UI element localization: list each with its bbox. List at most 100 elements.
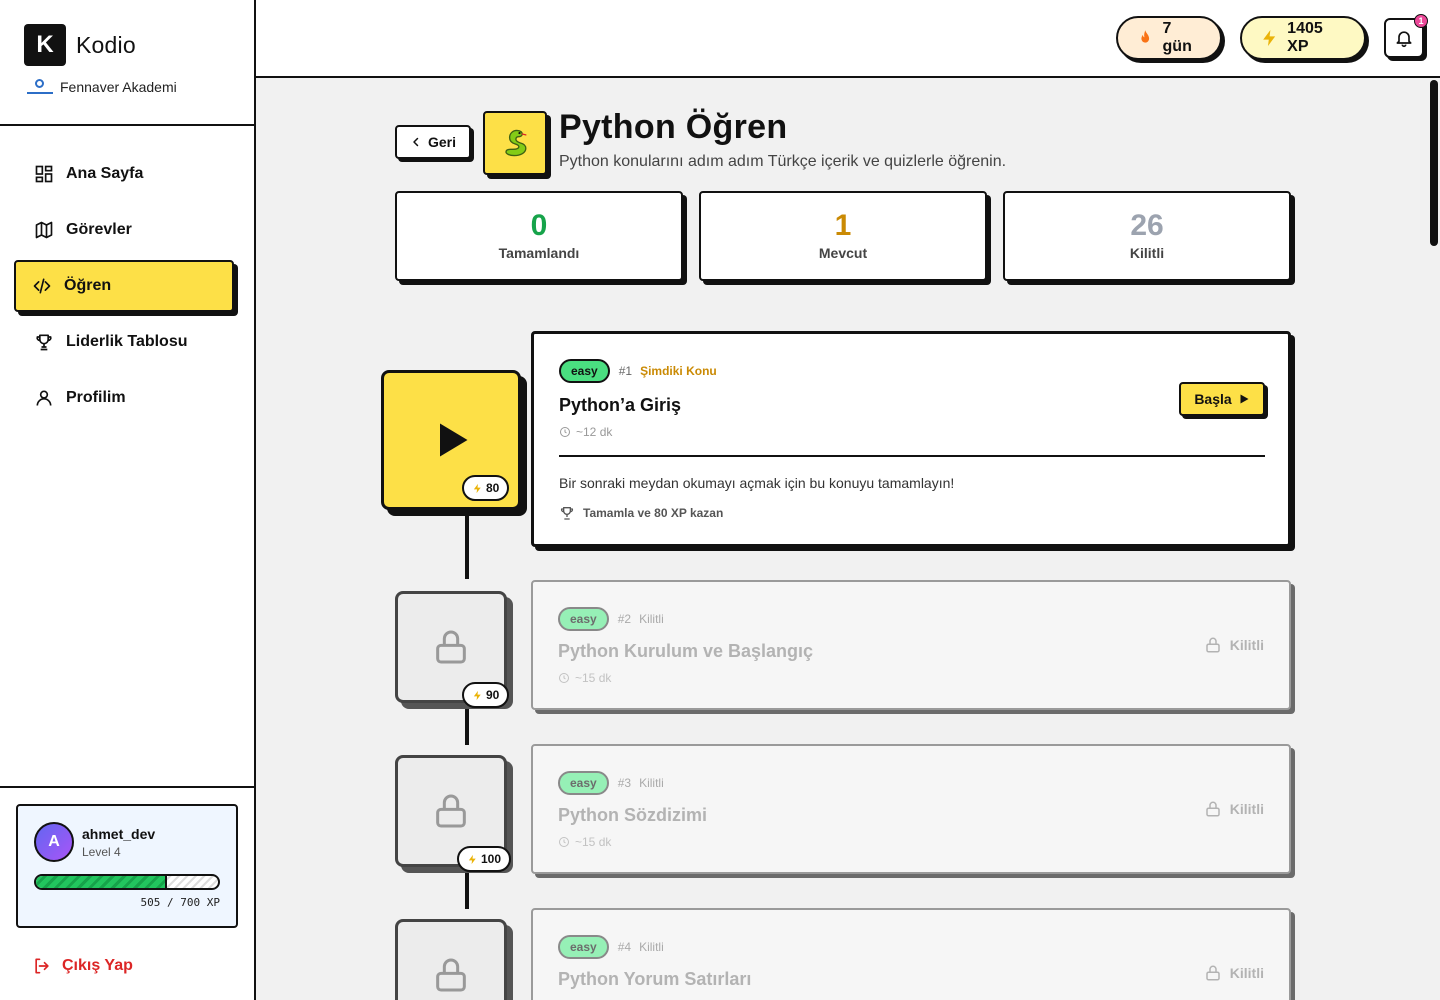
start-label: Başla	[1194, 391, 1232, 407]
flame-icon	[1141, 30, 1150, 43]
difficulty-badge: easy	[559, 359, 610, 383]
topic-tags: easy #1 Şimdiki Konu	[559, 359, 717, 383]
map-icon	[35, 221, 53, 239]
topic-status: Şimdiki Konu	[640, 364, 717, 378]
topic-xp-badge: 100	[457, 846, 512, 872]
play-icon	[440, 423, 468, 457]
brand-area: K Kodio Fennaver Akademi	[0, 0, 254, 126]
topic-title: Python Yorum Satırları	[558, 969, 752, 989]
path-connector	[465, 869, 469, 909]
nav-item-profile[interactable]: Profilim	[16, 372, 238, 424]
xp-value: 80	[486, 481, 500, 495]
stat-value: 0	[530, 209, 548, 242]
xp-label: 1405 XP	[1287, 20, 1323, 55]
org-row: Fennaver Akademi	[26, 78, 254, 96]
topic-title: Python Kurulum ve Başlangıç	[558, 641, 814, 661]
topic-status: Kilitli	[639, 612, 664, 626]
topic-xp-badge: 90	[462, 682, 510, 708]
start-button[interactable]: Başla	[1179, 382, 1265, 416]
streak-badge[interactable]: 7 gün	[1116, 16, 1222, 60]
topic-node-locked	[395, 919, 507, 1000]
xp-progress-fill	[36, 876, 168, 888]
stat-completed: 0 Tamamlandı	[395, 191, 683, 281]
locked-status: Kilitli	[1204, 964, 1264, 982]
path-connector	[465, 513, 469, 579]
topbar: 7 gün 1405 XP 1	[256, 0, 1440, 78]
topic-duration: ~12 dk	[559, 425, 612, 439]
code-icon	[33, 278, 51, 294]
topic-tags: easy #2 Kilitli	[558, 607, 664, 631]
chevron-left-icon	[413, 137, 419, 147]
back-button[interactable]: Geri	[395, 125, 471, 159]
clock-icon	[560, 427, 570, 437]
path-connector	[465, 705, 469, 745]
card-divider	[559, 455, 1265, 457]
logout-button[interactable]: Çıkış Yap	[32, 956, 133, 976]
user-card[interactable]: A ahmet_dev Level 4 505 / 700 XP	[16, 804, 238, 928]
main-nav: Ana Sayfa Görevler Öğren Liderlik Tablos…	[0, 126, 254, 424]
logout-label: Çıkış Yap	[62, 957, 133, 974]
nav-label: Liderlik Tablosu	[66, 333, 188, 350]
topic-status: Kilitli	[639, 776, 664, 790]
topic-title: Python’a Giriş	[559, 395, 682, 415]
nav-label: Öğren	[64, 277, 112, 294]
stat-locked: 26 Kilitli	[1003, 191, 1291, 281]
topic-card-current[interactable]: easy #1 Şimdiki Konu Python’a Giriş ~12 …	[531, 331, 1291, 547]
lock-icon	[1206, 637, 1220, 653]
lightning-icon	[473, 483, 481, 493]
lock-icon	[436, 794, 466, 828]
dashboard-icon	[35, 165, 53, 183]
lightning-icon	[1263, 30, 1276, 46]
org-logo-icon	[26, 78, 54, 96]
stat-label: Kilitli	[1129, 245, 1165, 261]
duration-text: ~12 dk	[576, 425, 613, 439]
topic-title: Python Sözdizimi	[558, 805, 708, 825]
user-row: A ahmet_dev Level 4	[34, 822, 220, 862]
kodio-logo: K	[24, 24, 66, 66]
brand-row[interactable]: K Kodio	[24, 24, 254, 66]
stat-label: Mevcut	[818, 245, 868, 261]
snake-icon	[505, 129, 527, 157]
trophy-icon	[560, 507, 574, 520]
xp-badge[interactable]: 1405 XP	[1240, 16, 1366, 60]
topic-description: Bir sonraki meydan okumayı açmak için bu…	[559, 475, 955, 491]
topic-xp-badge: 80	[462, 475, 510, 501]
nav-label: Ana Sayfa	[66, 165, 144, 182]
topic-card-locked: easy #4 Kilitli Python Yorum Satırları K…	[531, 908, 1291, 1000]
nav-item-tasks[interactable]: Görevler	[16, 204, 238, 256]
xp-progress-bar	[34, 874, 220, 890]
topic-tags: easy #3 Kilitli	[558, 771, 664, 795]
stat-value: 26	[1130, 209, 1164, 242]
org-name: Fennaver Akademi	[60, 79, 177, 95]
clock-icon	[559, 673, 569, 683]
clock-icon	[559, 837, 569, 847]
lock-icon	[436, 958, 466, 992]
stat-label: Tamamlandı	[498, 245, 580, 261]
nav-item-leaderboard[interactable]: Liderlik Tablosu	[16, 316, 238, 368]
xp-value: 100	[481, 852, 502, 866]
notifications-button[interactable]: 1	[1384, 14, 1428, 58]
difficulty-badge: easy	[558, 935, 609, 959]
topic-number: #4	[617, 940, 632, 954]
topic-number: #1	[618, 364, 633, 378]
lock-icon	[436, 630, 466, 664]
locked-status: Kilitli	[1204, 800, 1264, 818]
lock-icon	[1206, 965, 1220, 981]
page-title: Python Öğren	[559, 108, 788, 146]
scrollbar-thumb[interactable]	[1430, 80, 1438, 246]
topic-card-locked: easy #3 Kilitli Python Sözdizimi ~15 dk …	[531, 744, 1291, 874]
duration-text: ~15 dk	[575, 671, 612, 685]
locked-label: Kilitli	[1229, 801, 1264, 817]
page-subtitle: Python konularını adım adım Türkçe içeri…	[559, 153, 1007, 170]
topic-tags: easy #4 Kilitli	[558, 935, 664, 959]
locked-label: Kilitli	[1229, 637, 1264, 653]
nav-label: Profilim	[66, 389, 126, 406]
locked-status: Kilitli	[1204, 636, 1264, 654]
difficulty-badge: easy	[558, 771, 609, 795]
python-snake-icon	[483, 111, 547, 175]
nav-item-learn[interactable]: Öğren	[14, 260, 234, 312]
avatar: A	[34, 822, 74, 862]
streak-label: 7 gün	[1162, 20, 1192, 55]
nav-item-home[interactable]: Ana Sayfa	[16, 148, 238, 200]
user-icon	[36, 390, 52, 406]
